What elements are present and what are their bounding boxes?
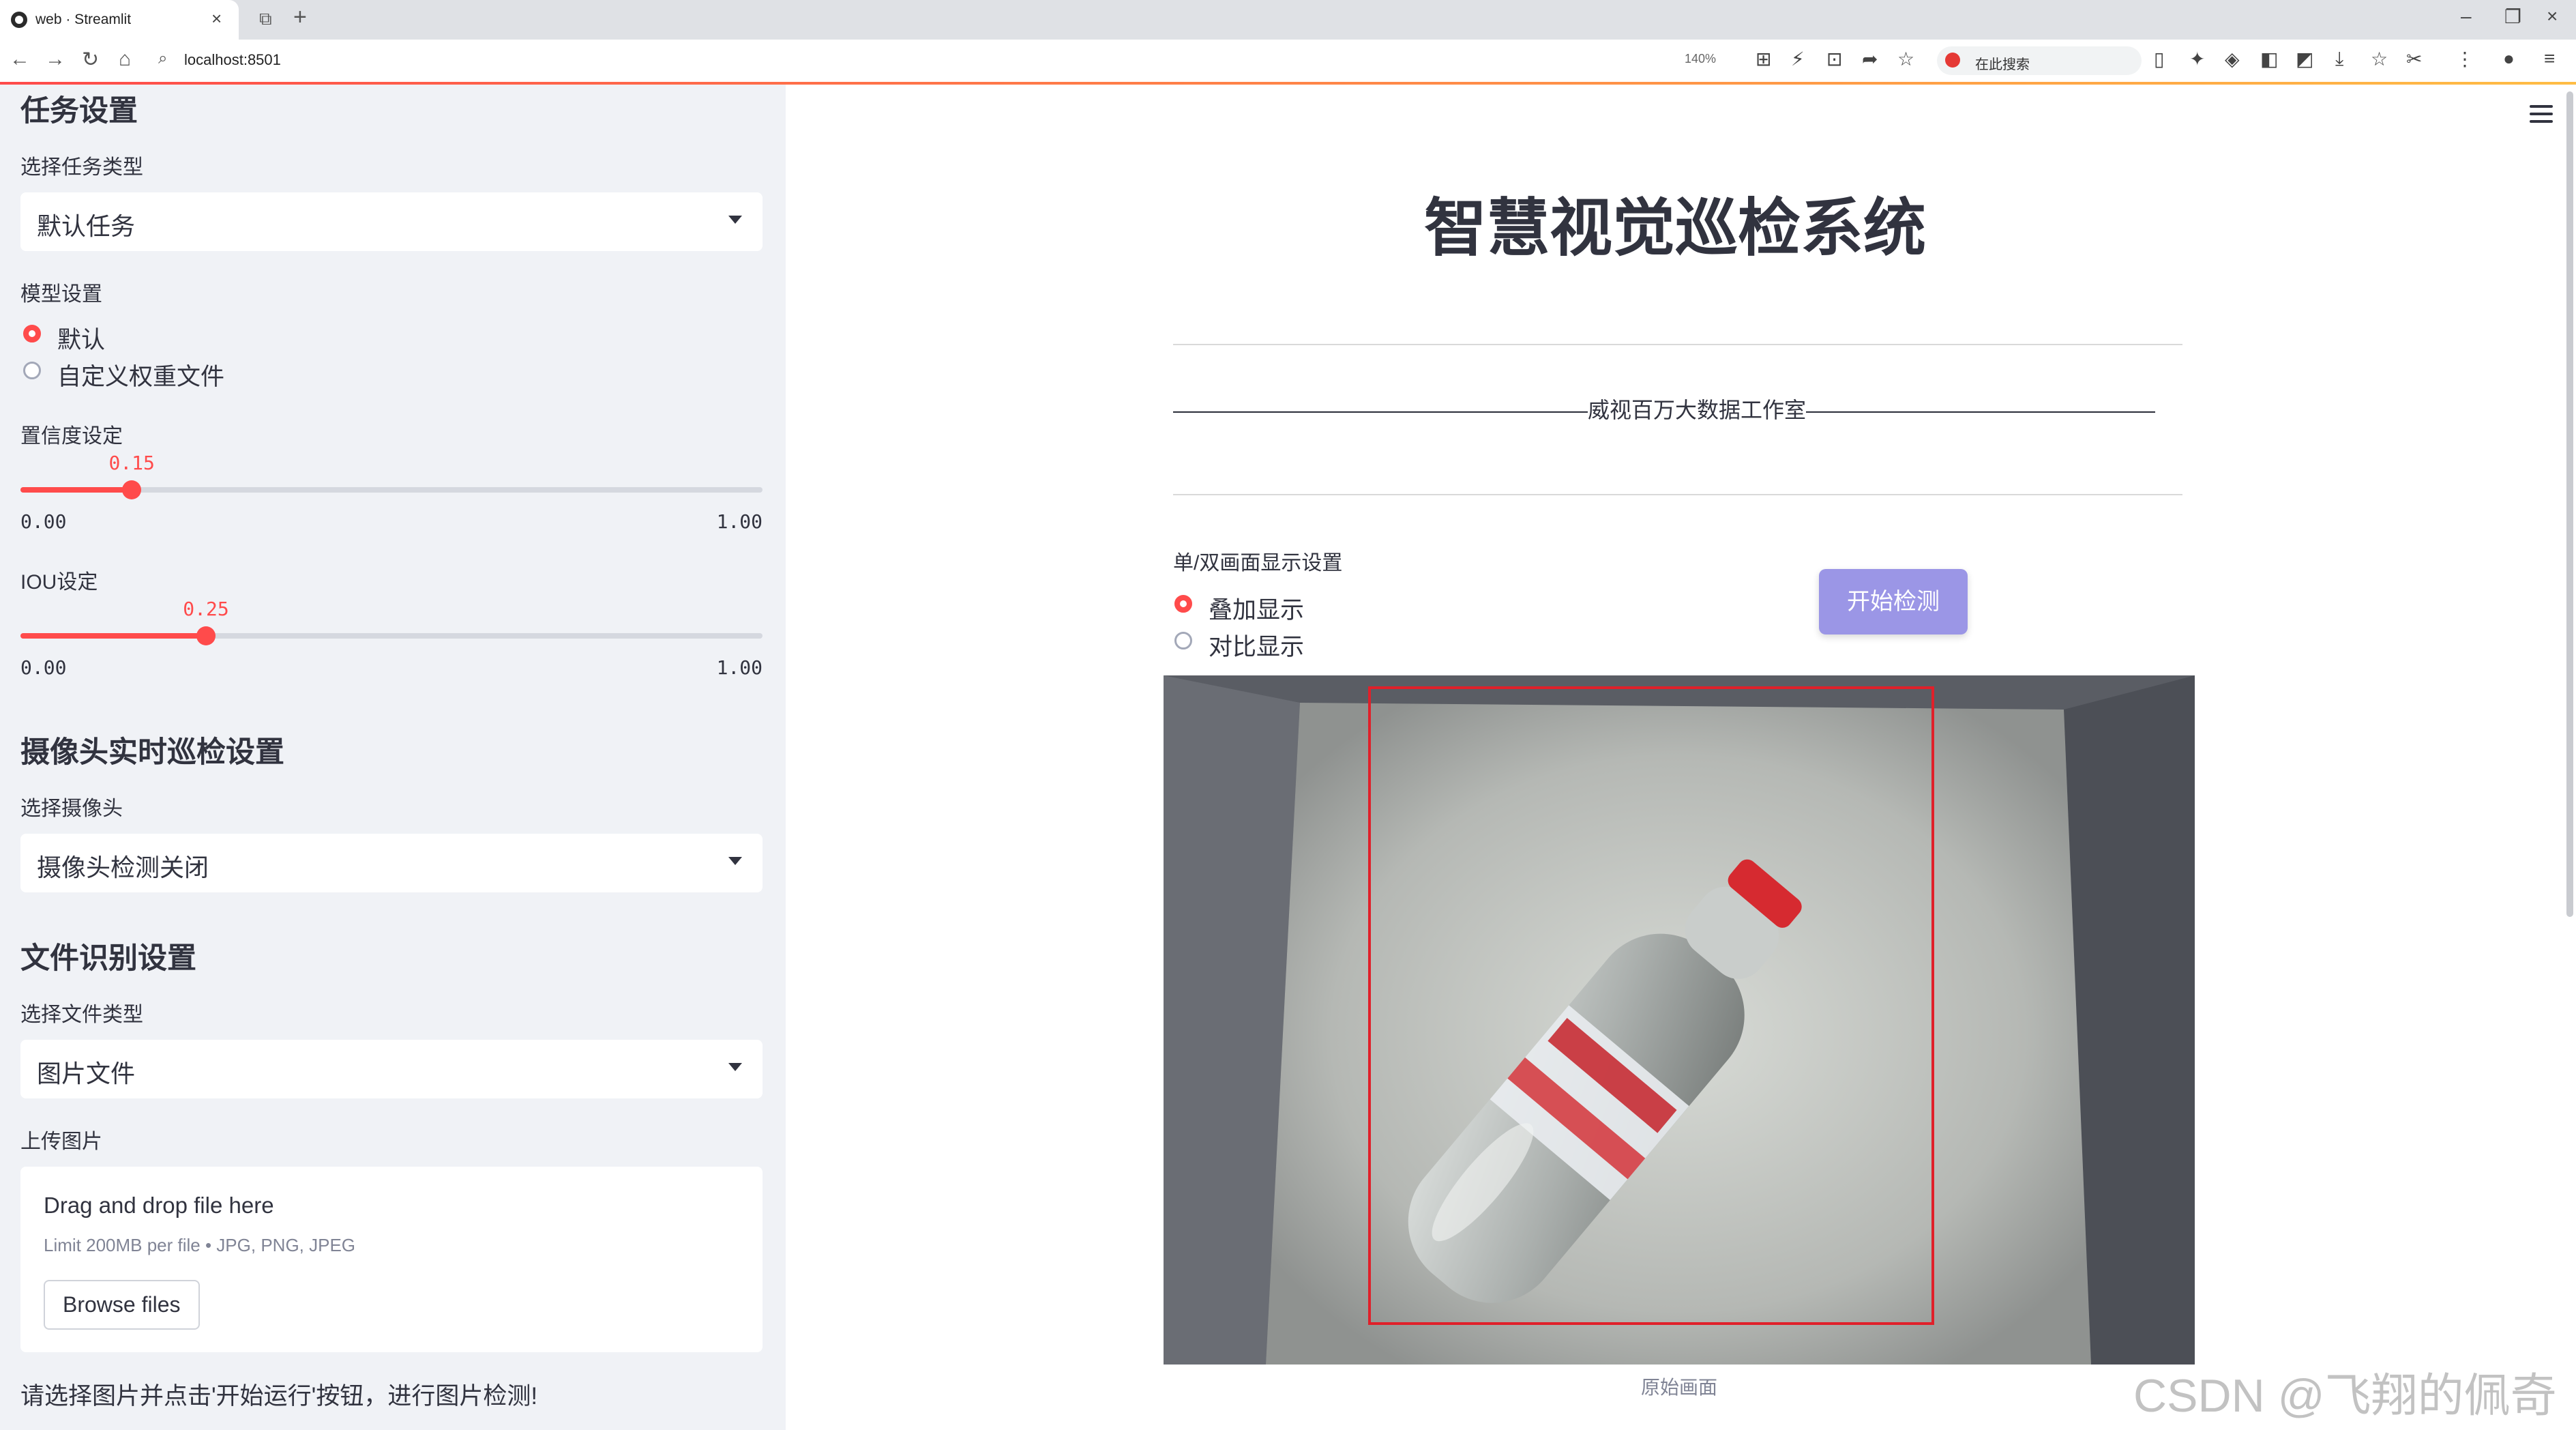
close-tab-icon[interactable]: × bbox=[211, 8, 222, 29]
screenshot-icon[interactable]: ⊡ bbox=[1826, 48, 1842, 70]
address-bar: ← → ↻ ⌂ ⌕ localhost:8501 140% ⊞ ⚡ ⊡ ➦ ☆ … bbox=[0, 40, 2576, 83]
restore-icon[interactable]: ❐ bbox=[2504, 5, 2521, 28]
tab-groups-icon[interactable]: ⧉ bbox=[259, 8, 272, 30]
main-content: 智慧视觉巡检系统 ———————————————————威视百万大数据工作室——… bbox=[786, 85, 2576, 1430]
extension3-icon[interactable]: ◧ bbox=[2260, 48, 2278, 70]
radio-unselected-icon[interactable] bbox=[23, 362, 41, 379]
favorites-icon[interactable]: ☆ bbox=[2371, 48, 2388, 70]
slider-min: 0.00 bbox=[20, 656, 67, 679]
minimize-icon[interactable]: – bbox=[2461, 5, 2472, 27]
display-option-label: 对比显示 bbox=[1209, 634, 1305, 660]
browser-search-box[interactable]: 在此搜索 bbox=[1937, 46, 2142, 75]
share-icon[interactable]: ➦ bbox=[1862, 48, 1878, 70]
slider-value: 0.15 bbox=[108, 452, 155, 474]
radio-selected-icon[interactable] bbox=[23, 325, 41, 342]
forward-icon[interactable]: → bbox=[45, 48, 65, 71]
file-uploader-dropzone[interactable]: Drag and drop file here Limit 200MB per … bbox=[20, 1167, 763, 1352]
sidebar-hint: 请选择图片并点击'开始运行'按钮，进行图片检测! bbox=[20, 1383, 538, 1410]
search-engine-icon bbox=[1945, 53, 1960, 68]
slider-thumb[interactable] bbox=[196, 626, 216, 645]
file-type-select[interactable]: 图片文件 bbox=[20, 1040, 763, 1098]
new-tab-icon[interactable]: + bbox=[293, 4, 307, 31]
browser-tab[interactable]: web · Streamlit × bbox=[0, 0, 239, 40]
chevron-down-icon bbox=[728, 1063, 742, 1071]
slider-fill bbox=[20, 487, 132, 493]
camera-label: 选择摄像头 bbox=[20, 798, 123, 820]
upload-instruction: Drag and drop file here bbox=[44, 1193, 274, 1218]
camera-settings-heading: 摄像头实时巡检设置 bbox=[20, 736, 284, 769]
bottle-detection-photo bbox=[1164, 675, 2195, 1365]
browser-tab-bar: web · Streamlit × ⧉ + – ❐ × bbox=[0, 0, 2576, 40]
download-icon[interactable]: ⤓ bbox=[2335, 48, 2343, 70]
bookmark-star-icon[interactable]: ☆ bbox=[1897, 48, 1914, 70]
model-settings-label: 模型设置 bbox=[20, 283, 102, 306]
chevron-down-icon bbox=[728, 216, 742, 224]
model-option-label: 自定义权重文件 bbox=[57, 364, 225, 390]
radio-unselected-icon[interactable] bbox=[1174, 632, 1192, 650]
reload-icon[interactable]: ↻ bbox=[82, 48, 99, 72]
scrollbar[interactable] bbox=[2566, 91, 2573, 917]
more-vertical-icon[interactable]: ⋮ bbox=[2455, 48, 2474, 70]
confidence-label: 置信度设定 bbox=[20, 425, 123, 448]
camera-value: 摄像头检测关闭 bbox=[37, 853, 209, 881]
task-type-select[interactable]: 默认任务 bbox=[20, 192, 763, 251]
model-option-label: 默认 bbox=[57, 327, 106, 353]
extension-icon[interactable]: ✦ bbox=[2189, 48, 2205, 70]
upload-label: 上传图片 bbox=[20, 1130, 102, 1153]
iou-label: IOU设定 bbox=[20, 571, 98, 594]
extension4-icon[interactable]: ◩ bbox=[2296, 48, 2313, 70]
slider-thumb[interactable] bbox=[122, 480, 142, 499]
extension2-icon[interactable]: ◈ bbox=[2225, 48, 2240, 70]
divider bbox=[1173, 494, 2182, 495]
display-option-label: 叠加显示 bbox=[1209, 597, 1305, 624]
translate-icon[interactable]: ⊞ bbox=[1756, 48, 1771, 70]
url-field[interactable]: localhost:8501 bbox=[184, 51, 281, 69]
back-icon[interactable]: ← bbox=[10, 48, 30, 71]
scissors-icon[interactable]: ✂ bbox=[2406, 48, 2422, 70]
hamburger-menu-icon[interactable] bbox=[2530, 105, 2553, 128]
chevron-down-icon bbox=[728, 857, 742, 865]
page-title: 智慧视觉巡检系统 bbox=[1423, 194, 1926, 263]
display-mode-label: 单/双画面显示设置 bbox=[1173, 552, 1343, 574]
slider-value: 0.25 bbox=[183, 598, 229, 620]
zoom-level[interactable]: 140% bbox=[1685, 52, 1716, 66]
phone-icon[interactable]: ▯ bbox=[2154, 48, 2164, 70]
home-icon[interactable]: ⌂ bbox=[119, 48, 131, 71]
camera-select[interactable]: 摄像头检测关闭 bbox=[20, 834, 763, 892]
file-settings-heading: 文件识别设置 bbox=[20, 942, 196, 975]
detection-image bbox=[1164, 675, 2195, 1365]
radio-selected-icon[interactable] bbox=[1174, 595, 1192, 613]
task-type-value: 默认任务 bbox=[37, 212, 136, 240]
task-type-label: 选择任务类型 bbox=[20, 156, 143, 179]
watermark: CSDN @飞翔的佩奇 bbox=[2133, 1370, 2557, 1422]
divider bbox=[1173, 344, 2182, 345]
streamlit-favicon-icon bbox=[11, 12, 27, 28]
slider-max: 1.00 bbox=[716, 510, 763, 533]
menu-icon[interactable]: ≡ bbox=[2544, 48, 2555, 70]
studio-banner: ———————————————————威视百万大数据工作室———————————… bbox=[1173, 398, 2155, 422]
slider-min: 0.00 bbox=[20, 510, 67, 533]
upload-limit: Limit 200MB per file • JPG, PNG, JPEG bbox=[44, 1235, 356, 1255]
close-window-icon[interactable]: × bbox=[2547, 5, 2558, 27]
profile-avatar-icon[interactable]: ● bbox=[2503, 48, 2515, 70]
task-settings-heading: 任务设置 bbox=[20, 95, 138, 128]
start-detection-button[interactable]: 开始检测 bbox=[1819, 569, 1968, 634]
lightning-icon[interactable]: ⚡ bbox=[1791, 48, 1805, 70]
file-type-value: 图片文件 bbox=[37, 1060, 136, 1088]
file-type-label: 选择文件类型 bbox=[20, 1004, 143, 1026]
search-placeholder: 在此搜索 bbox=[1975, 57, 2030, 72]
image-caption: 原始画面 bbox=[1640, 1377, 1717, 1398]
tab-title: web · Streamlit bbox=[35, 12, 132, 27]
search-icon: ⌕ bbox=[158, 49, 168, 68]
slider-fill bbox=[20, 633, 206, 639]
slider-max: 1.00 bbox=[716, 656, 763, 679]
browse-files-button[interactable]: Browse files bbox=[44, 1280, 200, 1330]
